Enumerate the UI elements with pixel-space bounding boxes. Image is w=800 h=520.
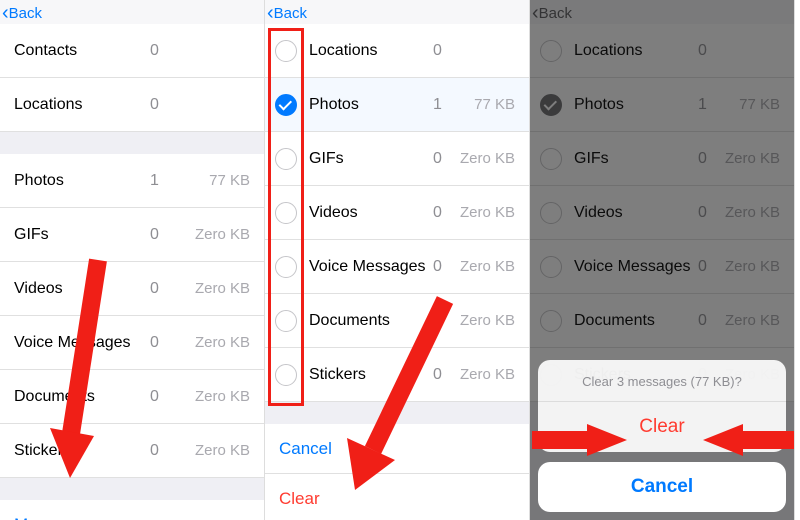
radio-unchecked-icon[interactable]: [275, 40, 297, 62]
section-gap: [0, 478, 264, 500]
row-videos[interactable]: Videos 0 Zero KB: [265, 186, 529, 240]
manage-link[interactable]: Manage…: [14, 515, 92, 520]
row-voice-messages[interactable]: Voice Messages 0 Zero KB: [265, 240, 529, 294]
action-sheet: Clear 3 messages (77 KB)? Clear Cancel: [538, 360, 786, 512]
manage-row[interactable]: Manage…: [0, 500, 264, 520]
pane-manage-selection: ‹ Back Locations 0 Photos 1 77 KB GIFs 0…: [265, 0, 530, 520]
action-sheet-title: Clear 3 messages (77 KB)?: [538, 360, 786, 402]
nav-bar: ‹ Back: [0, 0, 264, 24]
row-locations[interactable]: Locations 0: [0, 78, 264, 132]
action-sheet-clear-button[interactable]: Clear: [538, 402, 786, 452]
row-stickers[interactable]: Stickers 0 Zero KB: [265, 348, 529, 402]
radio-unchecked-icon[interactable]: [275, 364, 297, 386]
section-gap: [0, 132, 264, 154]
radio-unchecked-icon[interactable]: [275, 202, 297, 224]
back-label: Back: [274, 5, 307, 22]
pane-clear-confirmation: ‹ Back Locations 0 Photos 1 77 KB GIFs 0…: [530, 0, 795, 520]
radio-unchecked-icon[interactable]: [275, 256, 297, 278]
row-documents[interactable]: Documents 0 Zero KB: [265, 294, 529, 348]
cancel-row[interactable]: Cancel: [265, 424, 529, 474]
section-media: Photos 1 77 KB GIFs 0 Zero KB Videos 0 Z…: [0, 154, 264, 478]
pane-storage-overview: ‹ Back Contacts 0 Locations 0 Photos 1 7…: [0, 0, 265, 520]
chevron-left-icon: ‹: [2, 3, 9, 23]
row-gifs[interactable]: GIFs 0 Zero KB: [265, 132, 529, 186]
action-sheet-cancel-button[interactable]: Cancel: [538, 462, 786, 512]
section-gap: [265, 402, 529, 424]
row-photos[interactable]: Photos 1 77 KB: [265, 78, 529, 132]
radio-unchecked-icon[interactable]: [275, 148, 297, 170]
section-top: Contacts 0 Locations 0: [0, 24, 264, 132]
row-voice-messages[interactable]: Voice Messages 0 Zero KB: [0, 316, 264, 370]
row-stickers[interactable]: Stickers 0 Zero KB: [0, 424, 264, 478]
row-documents[interactable]: Documents 0 Zero KB: [0, 370, 264, 424]
back-button[interactable]: ‹ Back: [267, 3, 307, 23]
back-label: Back: [9, 5, 42, 22]
section-selectable: Locations 0 Photos 1 77 KB GIFs 0 Zero K…: [265, 24, 529, 402]
action-sheet-group: Clear 3 messages (77 KB)? Clear: [538, 360, 786, 452]
clear-row[interactable]: Clear: [265, 474, 529, 520]
row-contacts[interactable]: Contacts 0: [0, 24, 264, 78]
clear-link[interactable]: Clear: [279, 489, 320, 509]
radio-checked-icon[interactable]: [275, 94, 297, 116]
chevron-left-icon: ‹: [267, 3, 274, 23]
back-button[interactable]: ‹ Back: [2, 3, 42, 23]
cancel-link[interactable]: Cancel: [279, 439, 332, 459]
nav-bar: ‹ Back: [265, 0, 529, 24]
row-videos[interactable]: Videos 0 Zero KB: [0, 262, 264, 316]
row-photos[interactable]: Photos 1 77 KB: [0, 154, 264, 208]
row-locations[interactable]: Locations 0: [265, 24, 529, 78]
radio-unchecked-icon[interactable]: [275, 310, 297, 332]
row-gifs[interactable]: GIFs 0 Zero KB: [0, 208, 264, 262]
